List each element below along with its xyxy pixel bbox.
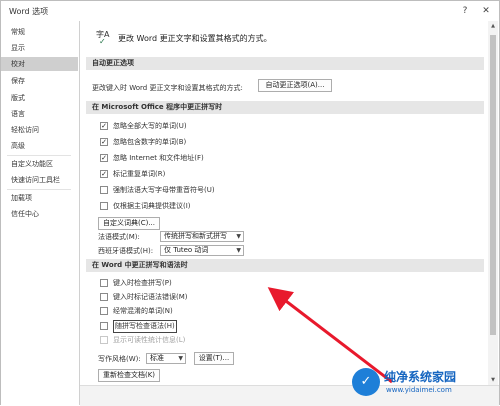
watermark-url: www.yidaimei.com (386, 386, 452, 394)
brand-logo-icon: ✓ (352, 368, 380, 396)
watermark-title: 纯净系统家园 (384, 370, 457, 384)
site-watermark: ✓ 纯净系统家园 www.yidaimei.com (352, 366, 492, 402)
annotation-arrow-overlay (267, 287, 393, 384)
